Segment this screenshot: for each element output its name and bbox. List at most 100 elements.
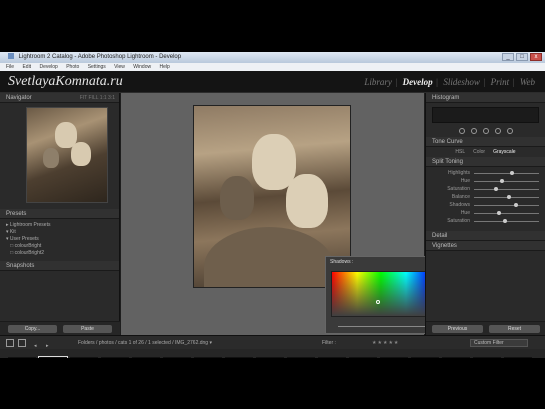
preset-folder[interactable]: ▾ Kit <box>6 229 113 236</box>
presets-title: Presets <box>6 211 27 217</box>
menu-bar: File Edit Develop Photo Settings View Wi… <box>0 63 545 71</box>
slider-knob[interactable] <box>496 210 501 215</box>
split-toning-row[interactable]: Saturation <box>432 185 539 193</box>
photo-cat <box>220 176 254 220</box>
slider-knob[interactable] <box>493 186 498 191</box>
filmstrip[interactable]: ★★★★★★★★★★★★★★★★★★★★★★★★★★★★★★★★★★★★★★★★… <box>0 349 545 358</box>
identity-plate: SvetlayaKomnata.ru Library | Develop | Sli… <box>0 71 545 93</box>
menu-view[interactable]: View <box>114 64 125 70</box>
title-bar: Lightroom 2 Catalog - Adobe Photoshop Li… <box>0 52 545 63</box>
prev-arrow-icon[interactable]: ◂ <box>34 339 42 349</box>
previous-button[interactable]: Previous <box>432 325 483 333</box>
minimize-button[interactable]: _ <box>502 53 514 61</box>
photo-cat <box>286 174 328 228</box>
slider-label: Balance <box>451 194 470 200</box>
graduated-filter-icon[interactable] <box>494 128 501 134</box>
preset-folder[interactable]: ▸ Lightroom Presets <box>6 222 113 229</box>
maximize-button[interactable]: □ <box>516 53 528 61</box>
split-toning-row[interactable]: Saturation <box>432 217 539 225</box>
navigator-preview[interactable] <box>26 107 108 203</box>
preset-item[interactable]: □ colourBright2 <box>6 250 113 257</box>
copy-button[interactable]: Copy... <box>8 325 57 333</box>
close-button[interactable]: x <box>530 53 542 61</box>
window-title: Lightroom 2 Catalog - Adobe Photoshop Li… <box>18 54 182 60</box>
menu-window[interactable]: Window <box>133 64 151 70</box>
menu-develop[interactable]: Develop <box>39 64 57 70</box>
letterbox-bottom <box>0 358 545 409</box>
module-library[interactable]: Library <box>364 77 392 87</box>
slider-label: Saturation <box>447 186 470 192</box>
split-toning-row[interactable]: Hue <box>432 209 539 217</box>
vignettes-header[interactable]: Vignettes <box>426 241 545 251</box>
breadcrumb[interactable]: Folders / photos / cats 1 of 26 / 1 sele… <box>78 336 212 350</box>
rating-filter[interactable]: ★★★★★ <box>372 336 399 350</box>
zoom-options[interactable]: FIT FILL 1:1 3:1 <box>80 93 115 103</box>
preset-folder[interactable]: ▾ User Presets <box>6 236 113 243</box>
slider-knob[interactable] <box>503 218 508 223</box>
slider-knob[interactable] <box>509 170 514 175</box>
navigator-header[interactable]: Navigator FIT FILL 1:1 3:1 <box>0 93 119 103</box>
module-print[interactable]: Print <box>491 77 510 87</box>
menu-edit[interactable]: Edit <box>22 64 31 70</box>
split-toning-row[interactable]: Balance <box>432 193 539 201</box>
adjustment-brush-icon[interactable] <box>506 128 513 134</box>
split-toning-row[interactable]: Shadows <box>432 201 539 209</box>
module-slideshow[interactable]: Slideshow <box>443 77 480 87</box>
reset-button[interactable]: Reset <box>489 325 540 333</box>
slider-label: Hue <box>460 210 470 216</box>
slider-track[interactable] <box>474 194 539 199</box>
slider-track[interactable] <box>474 186 539 191</box>
slider-knob[interactable] <box>500 178 504 183</box>
second-window-icon[interactable] <box>18 339 26 347</box>
slider-knob[interactable] <box>514 202 519 207</box>
slider-label: Saturation <box>447 218 470 224</box>
histogram-display <box>432 107 539 123</box>
snapshots-header[interactable]: Snapshots <box>0 261 119 271</box>
filter-select[interactable]: Custom Filter <box>470 339 528 347</box>
menu-settings[interactable]: Settings <box>88 64 106 70</box>
tone-curve-header[interactable]: Tone Curve <box>426 137 545 147</box>
preset-item[interactable]: □ colourBright <box>6 243 113 250</box>
navigator-title: Navigator <box>6 95 32 101</box>
split-toning-controls: Highlights Hue Saturation Balance Shadows Hue… <box>426 167 545 227</box>
cat-thumbnail <box>43 148 59 168</box>
presets-header[interactable]: Presets <box>0 209 119 219</box>
left-panel: Navigator FIT FILL 1:1 3:1 Presets ▸ Lig… <box>0 93 120 335</box>
left-panel-actions: Copy... Paste <box>0 321 120 335</box>
right-panel: Histogram Tone Curve HSL Color Grayscale… <box>425 93 545 335</box>
slider-label: Shadows <box>449 202 470 208</box>
slider-knob[interactable] <box>506 194 511 199</box>
menu-file[interactable]: File <box>6 64 14 70</box>
slider-track[interactable] <box>474 178 539 183</box>
split-toning-header[interactable]: Split Toning <box>426 157 545 167</box>
slider-track[interactable] <box>474 170 539 175</box>
module-develop[interactable]: Develop <box>403 77 433 87</box>
color-picker-cursor[interactable] <box>376 300 380 304</box>
module-web[interactable]: Web <box>520 77 535 87</box>
tone-curve-title: Tone Curve <box>432 139 463 145</box>
split-toning-row[interactable]: Hue <box>432 177 539 185</box>
tab-grayscale[interactable]: Grayscale <box>493 147 516 157</box>
split-toning-row[interactable]: Highlights <box>432 169 539 177</box>
slider-track[interactable] <box>474 218 539 223</box>
slider-track[interactable] <box>474 210 539 215</box>
crop-tool-icon[interactable] <box>458 128 465 134</box>
spot-removal-icon[interactable] <box>470 128 477 134</box>
next-arrow-icon[interactable]: ▸ <box>46 339 54 349</box>
photo-stump <box>204 227 334 287</box>
slider-label: Hue <box>460 178 470 184</box>
menu-help[interactable]: Help <box>159 64 169 70</box>
slider-track[interactable] <box>474 202 539 207</box>
detail-header[interactable]: Detail <box>426 231 545 241</box>
filmstrip-toolbar: ◂ ▸ Folders / photos / cats 1 of 26 / 1 … <box>0 335 545 349</box>
grid-view-icon[interactable] <box>6 339 14 347</box>
tab-color[interactable]: Color <box>473 147 485 157</box>
tab-hsl[interactable]: HSL <box>455 147 465 157</box>
cat-thumbnail <box>71 142 91 166</box>
snapshots-title: Snapshots <box>6 263 35 269</box>
menu-photo[interactable]: Photo <box>66 64 79 70</box>
app-window: Lightroom 2 Catalog - Adobe Photoshop Li… <box>0 52 545 358</box>
paste-button[interactable]: Paste <box>63 325 112 333</box>
red-eye-icon[interactable] <box>482 128 489 134</box>
histogram-header[interactable]: Histogram <box>426 93 545 103</box>
